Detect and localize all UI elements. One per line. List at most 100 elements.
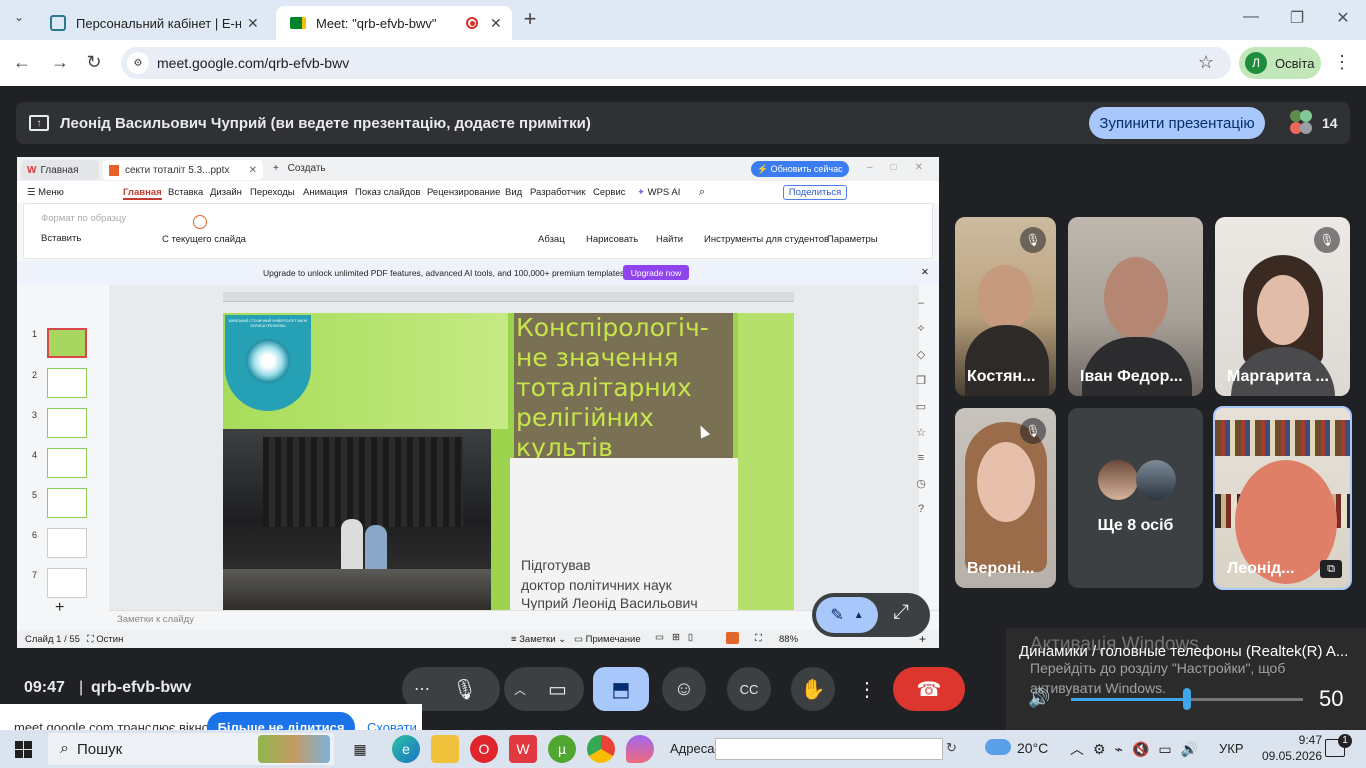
edge-icon[interactable]: e bbox=[392, 735, 420, 763]
zoom-in-icon[interactable]: + bbox=[919, 632, 926, 646]
weather-temp[interactable]: 20°C bbox=[1017, 740, 1048, 756]
close-tab-icon[interactable]: ✕ bbox=[247, 15, 259, 32]
restore-icon[interactable]: ❐ bbox=[1282, 8, 1312, 28]
windows-start-icon[interactable] bbox=[15, 741, 32, 758]
minimize-icon[interactable]: — bbox=[1236, 8, 1266, 26]
participant-tile-ivan[interactable]: Іван Федор... bbox=[1068, 217, 1203, 396]
fullscreen-icon[interactable]: ⤢ bbox=[893, 601, 909, 624]
menu-review[interactable]: Рецензирование bbox=[427, 187, 500, 198]
zoom-level[interactable]: 88% bbox=[779, 634, 798, 645]
close-tab-icon[interactable]: ✕ bbox=[490, 15, 502, 32]
tab-search-icon[interactable]: ⌄ bbox=[8, 10, 30, 32]
menu-animation[interactable]: Анимация bbox=[303, 187, 348, 198]
sliders-icon[interactable]: ≡ bbox=[918, 452, 924, 464]
slide-thumb-5[interactable] bbox=[47, 488, 87, 518]
paste-button[interactable]: Вставить bbox=[41, 233, 81, 244]
pip-icon[interactable]: ⧉ bbox=[1320, 560, 1342, 578]
upgrade-now-button[interactable]: Upgrade now bbox=[623, 265, 689, 280]
speaker-icon[interactable]: 🔊 bbox=[1028, 688, 1050, 709]
copy-icon[interactable]: ❐ bbox=[916, 374, 926, 387]
find-button[interactable]: Найти bbox=[656, 234, 683, 245]
participant-tile-self[interactable]: ⧉ Леонід... bbox=[1213, 406, 1352, 590]
slide-thumb-1[interactable] bbox=[47, 328, 87, 358]
profile-button[interactable]: Л Освіта bbox=[1239, 47, 1321, 79]
chrome-icon[interactable] bbox=[587, 735, 615, 763]
menu-home[interactable]: Главная bbox=[123, 187, 162, 200]
menu-button[interactable]: ☰ Меню bbox=[27, 187, 64, 198]
wand-icon[interactable]: ✧ bbox=[916, 322, 925, 335]
address-go-icon[interactable]: ↻ bbox=[946, 740, 957, 756]
menu-design[interactable]: Дизайн bbox=[210, 187, 242, 198]
star-icon[interactable]: ☆ bbox=[916, 426, 926, 439]
tab-meet[interactable]: Meet: "qrb-efvb-bwv" ✕ bbox=[276, 6, 512, 40]
close-window-icon[interactable]: ✕ bbox=[1328, 8, 1358, 28]
present-button[interactable]: ⬒ bbox=[593, 667, 649, 711]
raise-hand-button[interactable]: ✋ bbox=[791, 667, 835, 711]
captions-button[interactable]: CC bbox=[727, 667, 771, 711]
menu-slideshow[interactable]: Показ слайдов bbox=[355, 187, 420, 198]
tab-cabinet[interactable]: Персональний кабінет | Е-нав ✕ bbox=[36, 6, 272, 40]
wps-home-tab[interactable]: W Главная bbox=[21, 160, 99, 180]
stop-presenting-button[interactable]: Зупинити презентацію bbox=[1089, 107, 1265, 139]
back-icon[interactable]: ← bbox=[10, 52, 34, 73]
view-buttons[interactable]: ▭⊞▯ bbox=[655, 632, 701, 643]
weather-icon[interactable] bbox=[985, 739, 1011, 755]
reactions-button[interactable]: ☺ bbox=[662, 667, 706, 711]
search-icon[interactable]: ⌕ bbox=[699, 186, 705, 199]
file-explorer-icon[interactable] bbox=[431, 735, 459, 763]
student-tools-button[interactable]: Инструменты для студентов bbox=[704, 234, 829, 245]
menu-transitions[interactable]: Переходы bbox=[250, 187, 295, 198]
clock-time[interactable]: 9:47 bbox=[1268, 733, 1322, 747]
add-slide-button[interactable]: + bbox=[55, 599, 64, 617]
kebab-menu-icon[interactable]: ⋮ bbox=[1332, 52, 1352, 73]
bookmark-star-icon[interactable]: ☆ bbox=[1194, 52, 1218, 73]
share-button[interactable]: Поделиться bbox=[783, 185, 847, 200]
participant-tile-veronika[interactable]: 🎙 Вероні... bbox=[955, 408, 1056, 588]
participants-button[interactable]: 14 bbox=[1288, 102, 1338, 144]
comment-toggle[interactable]: ▭ Примечание bbox=[574, 634, 641, 645]
volume-slider[interactable] bbox=[1071, 688, 1303, 710]
history-icon[interactable]: ◷ bbox=[916, 477, 926, 490]
menu-developer[interactable]: Разработчик bbox=[530, 187, 585, 198]
format-painter-button[interactable]: Формат по образцу bbox=[41, 213, 126, 224]
reload-icon[interactable]: ↻ bbox=[82, 52, 106, 73]
menu-wps-ai[interactable]: ✦ WPS AI bbox=[637, 187, 680, 198]
more-participants-tile[interactable]: Ще 8 осіб bbox=[1068, 408, 1203, 588]
wps-window-controls[interactable]: –□✕ bbox=[867, 162, 939, 173]
wps-new-tab[interactable]: + Создать bbox=[273, 163, 326, 174]
close-icon[interactable]: ✕ bbox=[249, 165, 257, 176]
pen-annotate-button[interactable]: ✎ ▲ bbox=[816, 597, 878, 633]
more-options-button[interactable]: ⋮ bbox=[856, 667, 878, 711]
from-current-slide-button[interactable]: С текущего слайда bbox=[162, 234, 246, 245]
task-view-icon[interactable]: ▦ bbox=[346, 735, 374, 763]
participant-tile-marharyta[interactable]: 🎙 Маргарита ... bbox=[1215, 217, 1350, 396]
site-info-icon[interactable]: ⚙ bbox=[127, 52, 149, 74]
banner-close-icon[interactable]: ✕ bbox=[921, 267, 929, 278]
taskbar-search[interactable]: ⌕ Пошук bbox=[48, 733, 334, 765]
shape-icon[interactable]: ◇ bbox=[917, 348, 925, 361]
language-indicator[interactable]: УКР bbox=[1219, 741, 1244, 756]
utorrent-icon[interactable]: µ bbox=[548, 735, 576, 763]
flame-app-icon[interactable] bbox=[626, 735, 654, 763]
address-bar[interactable]: ⚙ meet.google.com/qrb-efvb-bwv bbox=[121, 47, 1231, 79]
menu-insert[interactable]: Вставка bbox=[168, 187, 203, 198]
slide-thumb-6[interactable] bbox=[47, 528, 87, 558]
slide-1[interactable]: КИЇВСЬКИЙ СТОЛИЧНИЙ УНІВЕРСИТЕТ ІМЕНІ БО… bbox=[223, 313, 794, 613]
fit-icon[interactable]: ⛶ bbox=[755, 633, 762, 644]
leave-call-button[interactable]: ☎ bbox=[893, 667, 965, 711]
comment-icon[interactable]: ▭ bbox=[916, 400, 926, 413]
paragraph-button[interactable]: Абзац bbox=[538, 234, 565, 245]
slide-thumb-3[interactable] bbox=[47, 408, 87, 438]
slide-thumb-7[interactable] bbox=[47, 568, 87, 598]
help-icon[interactable]: ? bbox=[918, 503, 924, 515]
wps-office-icon[interactable]: W bbox=[509, 735, 537, 763]
camera-button[interactable]: ︿ ▭ bbox=[504, 667, 584, 711]
address-toolbar-input[interactable] bbox=[715, 738, 943, 760]
forward-icon[interactable]: → bbox=[48, 52, 72, 73]
wps-update-button[interactable]: ⚡ Обновить сейчас bbox=[751, 161, 849, 177]
parameters-button[interactable]: Параметры bbox=[827, 234, 878, 245]
stop-sharing-button[interactable]: Більше не ділитися bbox=[207, 712, 355, 730]
wps-file-tab[interactable]: секти тоталіт 5.3...pptx ✕ bbox=[103, 160, 263, 180]
minus-icon[interactable]: – bbox=[918, 297, 924, 309]
play-icon[interactable] bbox=[193, 215, 207, 229]
